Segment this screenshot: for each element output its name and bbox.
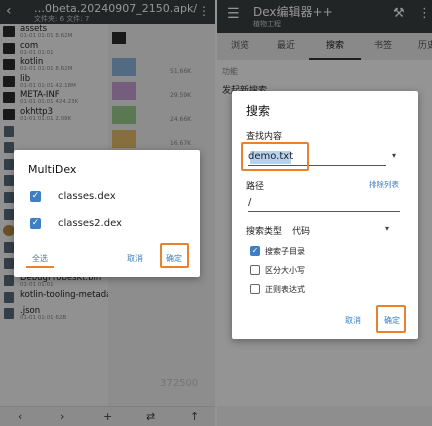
checkbox-subdirectories[interactable]: ✓ — [250, 246, 260, 256]
option-label: 搜索子目录 — [265, 247, 305, 256]
search-dialog: 搜索 查找内容 demo.txt ▾ 路径 排除列表 / 搜索类型 代码 ▾ ✓… — [232, 91, 418, 339]
dex-item-label: classes2.dex — [58, 218, 122, 229]
checkbox-case-sensitive[interactable] — [250, 265, 260, 275]
option-label: 区分大小写 — [265, 266, 305, 275]
path-input[interactable]: / — [248, 197, 251, 208]
dex-item-label: classes.dex — [58, 191, 116, 202]
highlight-box — [160, 243, 189, 268]
dropdown-arrow-icon[interactable]: ▾ — [385, 224, 389, 233]
cancel-button[interactable]: 取消 — [127, 253, 143, 264]
dialog-title: MultiDex — [28, 163, 77, 176]
highlight-underline — [26, 266, 54, 268]
screen: ‹ …0beta.20240907_2150.apk/ 文件夹: 6 文件: 7… — [0, 0, 432, 426]
cancel-button[interactable]: 取消 — [345, 315, 361, 326]
dropdown-arrow-icon[interactable]: ▾ — [392, 151, 396, 160]
input-underline — [248, 211, 400, 212]
checkbox-regex[interactable] — [250, 284, 260, 294]
multidex-dialog: MultiDex ✓ classes.dex ✓ classes2.dex 全选… — [14, 150, 200, 277]
highlight-box — [241, 142, 309, 171]
find-label: 查找内容 — [246, 132, 283, 142]
exclude-list-link[interactable]: 排除列表 — [369, 179, 399, 190]
option-label: 正则表达式 — [265, 285, 305, 294]
highlight-box — [376, 305, 406, 333]
checkbox-classes2-dex[interactable]: ✓ — [30, 218, 41, 229]
search-type-label: 搜索类型 — [246, 227, 283, 237]
checkbox-classes-dex[interactable]: ✓ — [30, 191, 41, 202]
select-all-button[interactable]: 全选 — [32, 253, 48, 264]
dialog-title: 搜索 — [246, 104, 271, 118]
search-type-value[interactable]: 代码 — [292, 224, 310, 237]
path-label: 路径 — [246, 182, 265, 192]
